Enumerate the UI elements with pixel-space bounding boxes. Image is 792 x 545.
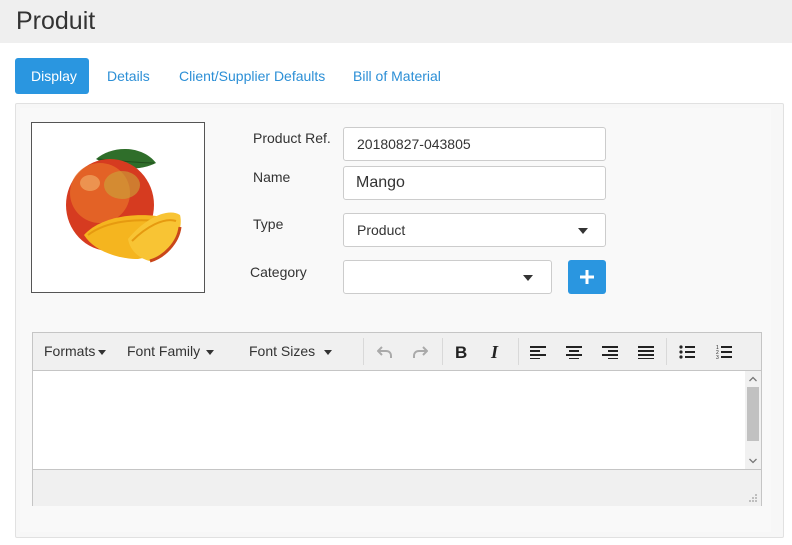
mango-image [66,148,182,263]
align-right-icon [602,345,618,359]
type-label: Type [253,216,284,232]
category-label: Category [250,264,307,280]
bullet-list-icon [679,344,695,359]
editor-content[interactable] [33,371,761,469]
plus-icon [580,270,594,284]
tab-details[interactable]: Details [107,58,150,94]
align-right-button[interactable] [596,338,624,365]
font-sizes-menu[interactable]: Font Sizes [249,333,333,370]
formats-menu-label: Formats [44,343,96,359]
align-left-button[interactable] [524,338,552,365]
redo-icon [413,345,428,358]
redo-button[interactable] [406,338,434,365]
resize-handle-icon[interactable] [748,493,758,503]
add-category-button[interactable] [568,260,606,294]
undo-button[interactable] [371,338,399,365]
tab-display[interactable]: Display [15,58,89,94]
font-family-menu-label: Font Family [127,343,201,359]
formats-menu[interactable]: Formats [44,333,107,370]
product-image[interactable] [31,122,205,293]
numbered-list-button[interactable]: 1 2 3 [710,338,738,365]
align-left-icon [530,345,546,359]
numbered-list-icon: 1 2 3 [716,345,732,360]
page-title: Produit [16,7,96,35]
product-ref-field[interactable]: 20180827-043805 [343,127,606,161]
chevron-down-icon [324,349,333,355]
chevron-down-icon [98,349,107,355]
chevron-down-icon [523,275,533,281]
bold-button[interactable]: B [447,338,475,365]
svg-text:3: 3 [716,355,719,360]
name-value: Mango [356,174,405,191]
align-justify-button[interactable] [632,338,660,365]
scrollbar-thumb[interactable] [747,387,759,441]
toolbar-divider [666,338,667,365]
page-header: Produit [0,0,792,43]
editor-toolbar: Formats Font Family Font Sizes B I 1 2 3 [33,333,761,371]
chevron-down-icon [206,349,215,355]
editor-scrollbar[interactable] [745,371,761,469]
chevron-down-icon [578,228,588,234]
svg-text:I: I [490,344,499,360]
rich-text-editor: Formats Font Family Font Sizes B I 1 2 3 [32,332,762,506]
editor-statusbar [33,469,761,506]
align-justify-icon [638,345,654,359]
tab-client-supplier-defaults[interactable]: Client/Supplier Defaults [179,58,325,94]
category-select[interactable] [343,260,552,294]
align-center-icon [566,345,582,359]
type-select[interactable]: Product [343,213,606,247]
toolbar-divider [442,338,443,365]
toolbar-divider [518,338,519,365]
name-field[interactable]: Mango [343,166,606,200]
name-label: Name [253,169,291,185]
product-ref-value: 20180827-043805 [357,136,471,152]
font-sizes-menu-label: Font Sizes [249,343,316,359]
toolbar-divider [363,338,364,365]
svg-text:B: B [455,344,467,360]
undo-icon [377,345,392,358]
font-family-menu[interactable]: Font Family [127,333,215,370]
type-value: Product [357,222,406,238]
italic-icon: I [490,344,499,360]
italic-button[interactable]: I [482,338,510,365]
tab-bill-of-material[interactable]: Bill of Material [353,58,441,94]
bold-icon: B [455,344,467,360]
product-ref-label: Product Ref. [253,130,331,146]
align-center-button[interactable] [560,338,588,365]
bullet-list-button[interactable] [673,338,701,365]
